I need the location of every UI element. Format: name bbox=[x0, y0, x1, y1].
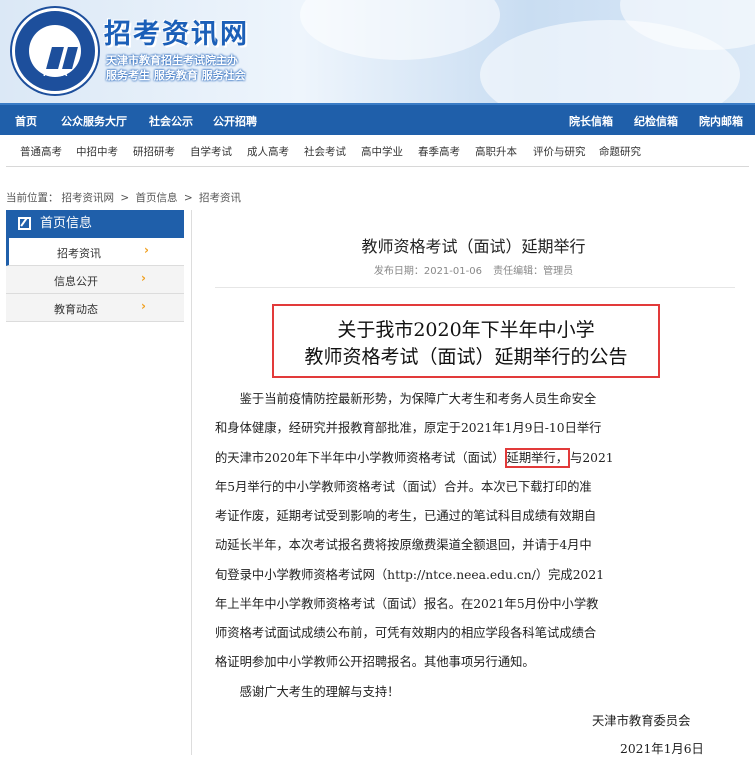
highlighted-text: 延期举行， bbox=[504, 448, 571, 468]
subnav-item[interactable]: 成人高考 bbox=[247, 144, 289, 159]
article-line: 考证作废，延期考试受到影响的考生，已通过的笔试科目成绩有效期自 bbox=[215, 509, 597, 523]
breadcrumb-current[interactable]: 招考资讯 bbox=[199, 192, 241, 204]
signature: 天津市教育委员会 bbox=[592, 714, 691, 728]
breadcrumb-link[interactable]: 首页信息 bbox=[136, 192, 178, 204]
site-subtitle: 天津市教育招生考试院主办 bbox=[106, 54, 238, 67]
article-line: 师资格考试面试成绩公布前，可凭有效期内的相应学段各科笔试成绩合 bbox=[215, 626, 597, 640]
nav-item-public-notice[interactable]: 社会公示 bbox=[149, 113, 193, 129]
article-line: 鉴于当前疫情防控最新形势，为保障广大考生和考务人员生命安全 bbox=[215, 392, 597, 406]
announcement-heading-line1: 关于我市2020年下半年中小学 bbox=[337, 319, 595, 341]
sidebar-item-label: 教育动态 bbox=[54, 303, 98, 316]
article-line: 格证明参加中小学教师公开招聘报名。其他事项另行通知。 bbox=[215, 655, 535, 669]
subnav-item[interactable]: 社会考试 bbox=[304, 144, 346, 159]
main-nav: 首页 公众服务大厅 社会公示 公开招聘 院长信箱 纪检信箱 院内邮箱 bbox=[0, 103, 755, 135]
breadcrumb: 当前位置： 招考资讯网 > 首页信息 > 招考资讯 bbox=[6, 190, 244, 205]
nav-item-recruitment[interactable]: 公开招聘 bbox=[213, 113, 257, 129]
edit-icon bbox=[18, 217, 31, 230]
chevron-right-icon: › bbox=[141, 271, 146, 285]
sidebar-item-education-news[interactable]: 教育动态 › bbox=[6, 294, 184, 322]
subnav-item[interactable]: 中招中考 bbox=[76, 144, 118, 159]
header-cloud-decoration bbox=[300, 0, 500, 60]
content-divider bbox=[191, 210, 192, 755]
announcement-heading-line2: 教师资格考试（面试）延期举行的公告 bbox=[304, 346, 628, 368]
nav-item-president-mailbox[interactable]: 院长信箱 bbox=[569, 113, 613, 129]
article-line: 的天津市2020年下半年中小学教师资格考试（面试） 延期举行， 与2021 bbox=[215, 448, 725, 468]
article-line: 年上半年中小学教师资格考试（面试）报名。在2021年5月份中小学教 bbox=[215, 597, 599, 611]
title-separator bbox=[215, 287, 735, 288]
subnav-item[interactable]: 高中学业 bbox=[361, 144, 403, 159]
article-line: 感谢广大考生的理解与支持！ bbox=[215, 685, 400, 699]
sidebar-heading: 首页信息 bbox=[6, 210, 184, 238]
sub-nav: 普通高考 中招中考 研招研考 自学考试 成人高考 社会考试 高中学业 春季高考 … bbox=[6, 136, 749, 167]
article-meta: 发布日期：2021-01-06 责任编辑：管理员 bbox=[192, 262, 755, 277]
nav-item-discipline-mailbox[interactable]: 纪检信箱 bbox=[634, 113, 678, 129]
sidebar-item-label: 信息公开 bbox=[54, 275, 98, 288]
site-header: TAEA 招考资讯网 天津市教育招生考试院主办 服务考生 服务教育 服务社会 bbox=[0, 0, 755, 103]
breadcrumb-link[interactable]: 招考资讯网 bbox=[62, 192, 115, 204]
article-line: 年5月举行的中小学教师资格考试（面试）合并。本次已下载打印的准 bbox=[215, 480, 592, 494]
subnav-item[interactable]: 春季高考 bbox=[418, 144, 460, 159]
nav-item-internal-mail[interactable]: 院内邮箱 bbox=[699, 113, 743, 129]
article-line: 旬登录中小学教师资格考试网（http://ntce.neea.edu.cn/）完… bbox=[215, 568, 605, 582]
subnav-item[interactable]: 自学考试 bbox=[190, 144, 232, 159]
chevron-right-icon: › bbox=[141, 299, 146, 313]
sidebar: 首页信息 招考资讯 › 信息公开 › 教育动态 › bbox=[6, 210, 184, 322]
sidebar-heading-label: 首页信息 bbox=[40, 216, 93, 231]
article-line-text: 与2021 bbox=[570, 451, 614, 465]
sidebar-item-label: 招考资讯 bbox=[57, 247, 101, 260]
subnav-item[interactable]: 高职升本 bbox=[475, 144, 517, 159]
sidebar-item-info-disclosure[interactable]: 信息公开 › bbox=[6, 266, 184, 294]
article-line-text: 的天津市2020年下半年中小学教师资格考试（面试） bbox=[215, 451, 505, 465]
article-title: 教师资格考试（面试）延期举行 bbox=[361, 237, 586, 256]
site-logo[interactable]: TAEA bbox=[12, 8, 98, 94]
nav-item-public-service[interactable]: 公众服务大厅 bbox=[61, 113, 127, 129]
article-line: 动延长半年，本次考试报名费将按原缴费渠道全额退回，并请于4月中 bbox=[215, 538, 592, 552]
article-editor: 责任编辑：管理员 bbox=[493, 266, 574, 277]
site-slogan: 服务考生 服务教育 服务社会 bbox=[106, 69, 246, 82]
article-line: 和身体健康，经研究并报教育部批准，原定于2021年1月9日-10日举行 bbox=[215, 421, 602, 435]
publish-date: 发布日期：2021-01-06 bbox=[373, 266, 482, 277]
breadcrumb-prefix: 当前位置： bbox=[6, 192, 59, 204]
site-title: 招考资讯网 bbox=[104, 19, 249, 50]
nav-item-home[interactable]: 首页 bbox=[15, 113, 37, 129]
logo-text: TAEA bbox=[41, 69, 69, 78]
subnav-item[interactable]: 命题研究 bbox=[599, 144, 641, 159]
sidebar-item-admissions-news[interactable]: 招考资讯 › bbox=[6, 238, 184, 266]
subnav-item[interactable]: 研招研考 bbox=[133, 144, 175, 159]
chevron-right-icon: › bbox=[144, 243, 149, 257]
signature-date: 2021年1月6日 bbox=[620, 742, 704, 756]
breadcrumb-separator: > bbox=[120, 192, 130, 204]
subnav-item[interactable]: 普通高考 bbox=[20, 144, 62, 159]
subnav-item[interactable]: 评价与研究 bbox=[533, 144, 586, 159]
breadcrumb-separator: > bbox=[183, 192, 193, 204]
